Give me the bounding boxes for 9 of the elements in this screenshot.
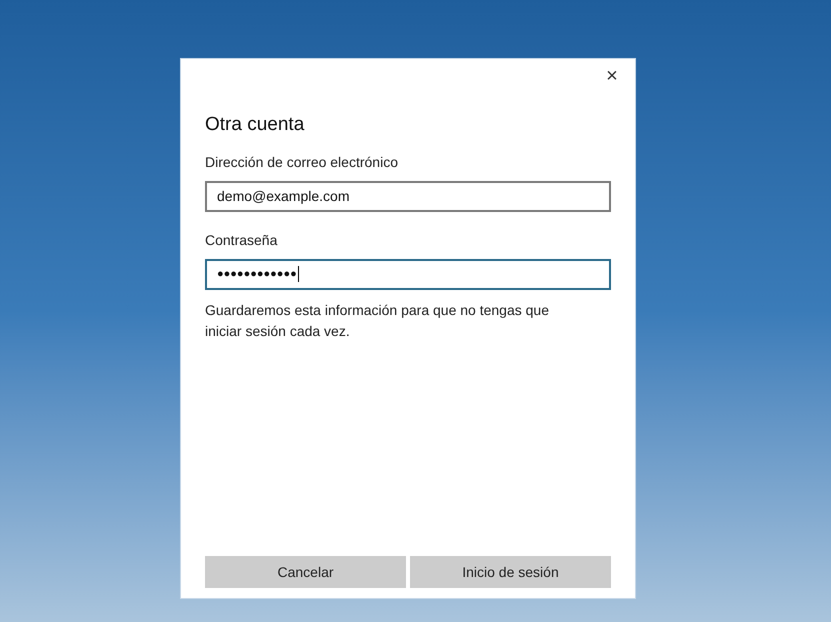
dialog-button[interactable]: Inicio de sesión: [410, 556, 611, 588]
field-label: Dirección de correo electrónico: [205, 152, 399, 172]
field-label: Contraseña: [205, 230, 278, 250]
dialog-button[interactable]: Cancelar: [205, 556, 406, 588]
input-field[interactable]: demo@example.com: [205, 180, 611, 212]
dialog-title: Otra cuenta: [205, 113, 306, 137]
info-text: Guardaremos esta información para que no tengas que iniciar sesión cada vez.: [205, 300, 550, 340]
input-field[interactable]: ●●●●●●●●●●●●: [205, 258, 611, 290]
close-button[interactable]: ×: [599, 63, 625, 89]
